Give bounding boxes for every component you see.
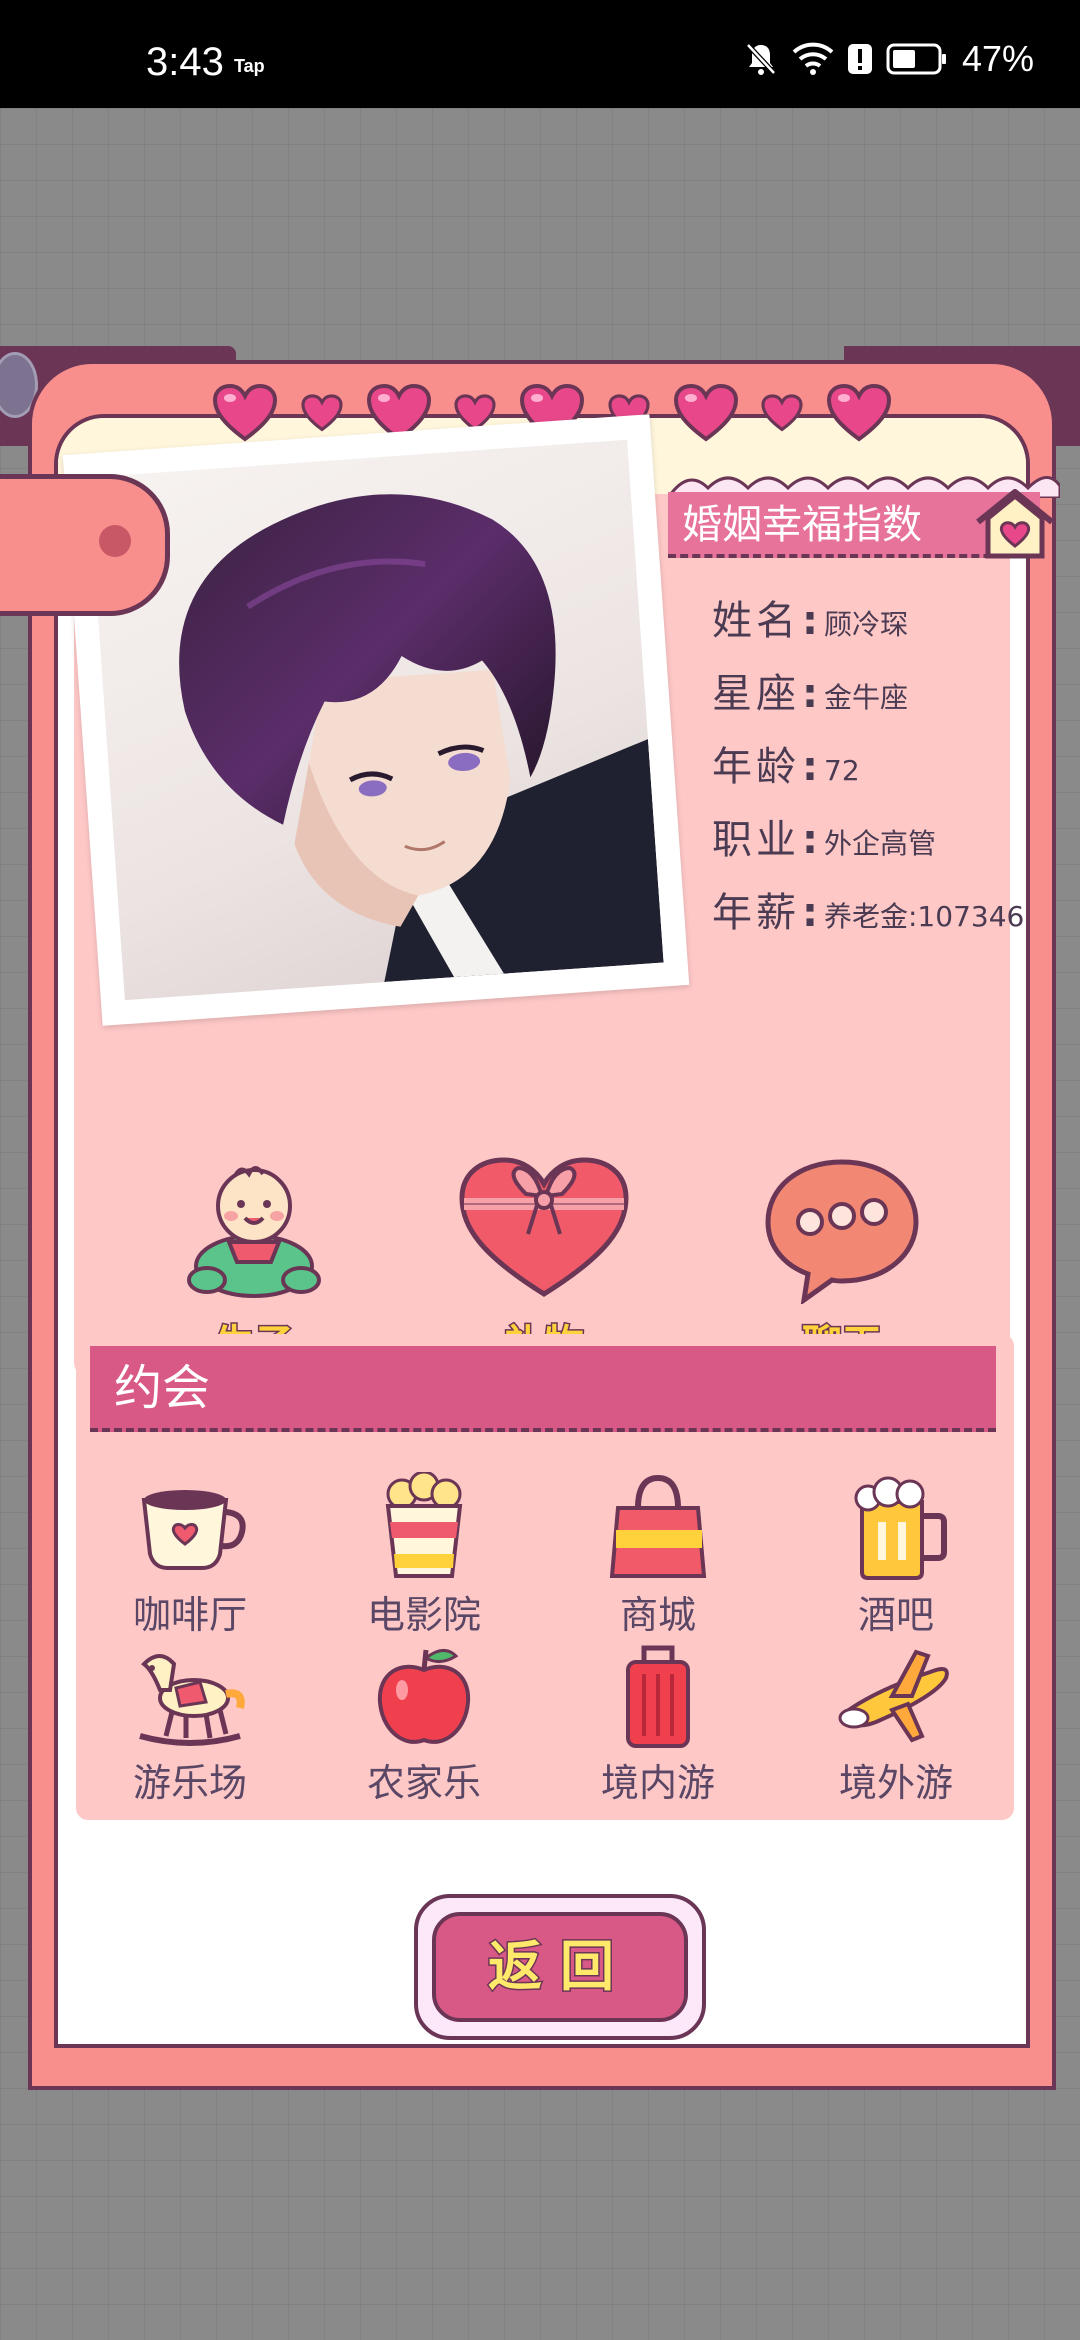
heart-icon xyxy=(761,394,803,432)
info-value: 外企高管 xyxy=(824,827,937,860)
info-label: 职业 xyxy=(712,817,800,863)
date-title: 约会 xyxy=(114,1360,211,1416)
status-time: 3:43 xyxy=(146,40,224,84)
info-value: 顾冷琛 xyxy=(824,608,909,641)
info-row-name: 姓名: 顾冷琛 xyxy=(712,588,908,646)
character-portrait-image xyxy=(179,494,664,983)
date-item-label: 境外游 xyxy=(838,1761,953,1805)
heart-icon xyxy=(301,394,343,432)
suitcase-icon xyxy=(626,1645,690,1748)
date-item-international-travel[interactable]: 境外游 xyxy=(806,1640,986,1807)
date-item-label: 咖啡厅 xyxy=(132,1593,247,1637)
shopping-bag-icon xyxy=(609,1474,707,1578)
popcorn-icon xyxy=(385,1472,463,1578)
date-panel: 约会 咖啡厅 电影院 商城 酒吧 游乐场 农家乐 境内游 境外游 xyxy=(76,1334,1014,1820)
info-row-salary: 年薪: 养老金:107346 xyxy=(712,880,1024,938)
profile-panel: 婚姻幸福指数 姓名: 顾冷琛 星座: 金牛座 年龄:72 职业: 外企高管 年薪: 养老… xyxy=(0,414,1060,1380)
info-label: 星座 xyxy=(712,671,800,717)
date-item-farm[interactable]: 农家乐 xyxy=(334,1640,514,1807)
info-row-zodiac: 星座: 金牛座 xyxy=(712,661,908,719)
info-colon: : xyxy=(802,890,818,936)
chat-bubble-icon xyxy=(765,1159,919,1306)
info-value: 72 xyxy=(824,754,860,787)
bell-muted-icon xyxy=(746,43,776,75)
profile-info: 婚姻幸福指数 姓名: 顾冷琛 星座: 金牛座 年龄:72 职业: 外企高管 年薪: 养老… xyxy=(668,458,1060,978)
info-row-age: 年龄:72 xyxy=(712,734,860,792)
gift-heart-icon xyxy=(459,1157,629,1297)
info-colon: : xyxy=(802,744,818,790)
heart-icon xyxy=(212,383,278,442)
airplane-icon xyxy=(838,1649,949,1743)
date-item-label: 酒吧 xyxy=(857,1593,934,1637)
heart-icon xyxy=(673,383,738,442)
battery-icon xyxy=(886,43,946,75)
return-button-label: 返回 xyxy=(432,1912,688,2022)
rocking-horse-icon xyxy=(139,1654,245,1746)
status-icons: 47% xyxy=(744,38,1034,80)
date-item-amusement-park[interactable]: 游乐场 xyxy=(100,1640,280,1807)
info-colon: : xyxy=(802,598,818,644)
date-item-cafe[interactable]: 咖啡厅 xyxy=(100,1472,280,1639)
info-label: 姓名 xyxy=(712,598,800,644)
date-header: 约会 xyxy=(90,1346,996,1432)
date-item-label: 农家乐 xyxy=(366,1761,481,1805)
heart-icon xyxy=(826,383,892,442)
date-item-mall[interactable]: 商城 xyxy=(568,1472,748,1639)
return-button[interactable]: 返回 xyxy=(414,1894,706,2040)
info-label: 年薪 xyxy=(712,890,800,936)
info-colon: : xyxy=(802,817,818,863)
side-tab-dot xyxy=(99,525,131,557)
apple-icon xyxy=(377,1649,471,1744)
info-colon: : xyxy=(802,671,818,717)
info-value: 金牛座 xyxy=(824,681,909,714)
portrait-photo xyxy=(88,439,664,1001)
date-item-cinema[interactable]: 电影院 xyxy=(334,1472,514,1639)
date-item-domestic-travel[interactable]: 境内游 xyxy=(568,1640,748,1807)
baby-icon xyxy=(187,1166,321,1298)
alert-icon xyxy=(847,44,872,74)
wifi-icon xyxy=(792,42,834,75)
home-heart-icon[interactable] xyxy=(972,486,1058,560)
info-value: 养老金:107346 xyxy=(824,900,1025,933)
status-bar: 3:43 Tap 47% xyxy=(0,0,1080,108)
info-row-job: 职业: 外企高管 xyxy=(712,807,936,865)
date-item-label: 境内游 xyxy=(600,1761,715,1805)
battery-percent: 47% xyxy=(961,38,1034,79)
status-tap-label: Tap xyxy=(234,56,265,76)
info-label: 年龄 xyxy=(712,744,800,790)
side-tab-handle[interactable] xyxy=(0,474,170,616)
happiness-index-label: 婚姻幸福指数 xyxy=(682,502,922,548)
beer-icon xyxy=(854,1476,947,1580)
date-item-label: 电影院 xyxy=(366,1593,481,1637)
date-item-label: 商城 xyxy=(619,1593,696,1637)
marriage-card: 婚姻幸福指数 姓名: 顾冷琛 星座: 金牛座 年龄:72 职业: 外企高管 年薪: 养老… xyxy=(0,360,1060,2090)
coffee-icon xyxy=(141,1490,246,1570)
date-item-label: 游乐场 xyxy=(132,1761,247,1805)
date-item-bar[interactable]: 酒吧 xyxy=(806,1472,986,1639)
